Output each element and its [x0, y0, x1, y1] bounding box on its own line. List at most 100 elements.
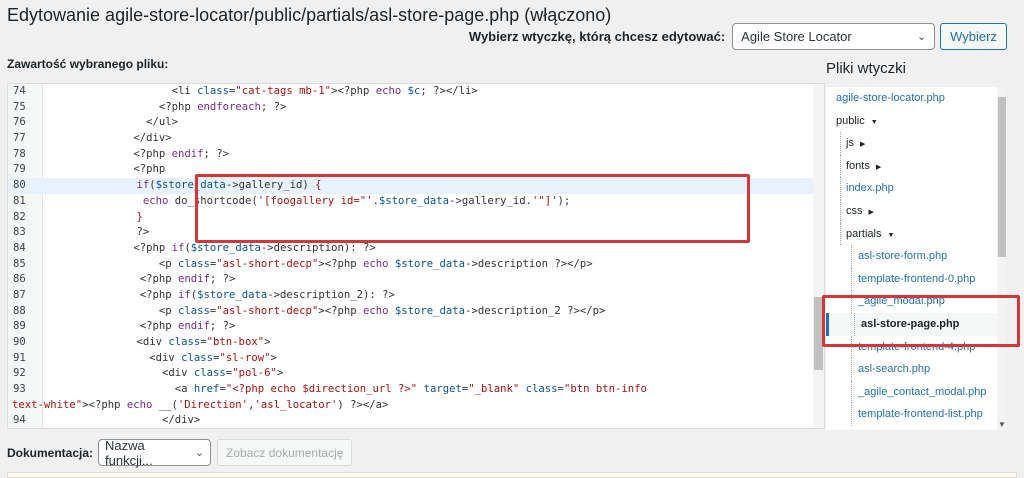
code-text: </div>: [133, 131, 171, 147]
file-tree-label: partials: [846, 227, 882, 240]
code-token: <?php: [324, 257, 363, 270]
code-text: <div class="btn-box">: [137, 335, 271, 351]
view-documentation-button[interactable]: Zobacz dokumentację: [217, 439, 353, 466]
code-text: <div class="sl-row">: [149, 351, 277, 367]
plugin-select[interactable]: Agile Store Locator ⌄: [732, 22, 936, 50]
code-token: <?php: [337, 85, 376, 97]
code-token: ) ?></a>: [337, 398, 389, 411]
code-text: ?>: [137, 225, 150, 241]
file-tree-folder[interactable]: js ▶: [826, 132, 1007, 155]
code-token: <?php: [139, 320, 178, 333]
code-token: ; ?>: [260, 100, 287, 113]
file-tree-folder[interactable]: public ▼: [826, 110, 1007, 133]
code-line: text-white"><?php echo __('Direction','a…: [8, 398, 824, 414]
code-text: text-white"><?php echo __('Direction','a…: [12, 398, 388, 414]
file-tree-folder[interactable]: partials ▼: [826, 222, 1007, 246]
code-token: $store_data: [394, 304, 466, 317]
caret-right-icon[interactable]: ▶: [876, 164, 881, 171]
line-number: 88: [13, 304, 26, 317]
code-token: }: [136, 210, 143, 223]
code-token: <div: [136, 336, 169, 348]
code-text: </ul>: [146, 115, 178, 131]
code-line: 86 <?php endif; ?>: [8, 272, 824, 288]
code-token: $c: [407, 85, 421, 97]
file-tree-folder[interactable]: fonts ▶: [826, 154, 1007, 178]
code-token: href: [193, 383, 220, 396]
code-editor[interactable]: 74 <li class="cat-tags mb-1"><?php echo $…: [7, 83, 825, 429]
code-token: <div: [149, 351, 182, 364]
code-token: ->description): ?>: [260, 241, 376, 254]
scroll-down-arrow-icon[interactable]: ▼: [998, 420, 1006, 429]
select-plugin-button[interactable]: Wybierz: [940, 22, 1007, 50]
code-token: ; ?>: [203, 147, 229, 160]
file-tree-file[interactable]: template-frontend-0.php: [826, 267, 1007, 291]
documentation-label: Dokumentacja:: [7, 445, 94, 460]
caret-right-icon[interactable]: ▶: [869, 209, 874, 216]
code-token: <?php: [88, 398, 127, 411]
file-tree-file[interactable]: agile-store-locator.php: [826, 87, 1007, 110]
file-tree-file[interactable]: index.php: [826, 177, 1007, 200]
plugin-select-label: Wybierz wtyczkę, którą chcesz edytować:: [468, 28, 726, 44]
documentation-row: Dokumentacja: Nazwa funkcji... ⌄ Zobacz …: [7, 438, 353, 468]
code-text: <li class="cat-tags mb-1"><?php echo $c;…: [172, 84, 478, 100]
plugin-files-title: Pliki wtyczki: [826, 60, 907, 77]
code-token: $store_data: [197, 288, 268, 301]
code-text: <?php endif; ?>: [133, 147, 229, 163]
file-tree-label: index.php: [846, 182, 894, 195]
code-token: echo: [375, 85, 402, 97]
file-tree-scrollbar-thumb[interactable]: [998, 97, 1006, 257]
line-number: 74: [13, 85, 26, 97]
code-line: 76 </ul>: [8, 115, 824, 131]
code-token: if: [177, 288, 191, 301]
code-line: 93 <a href="<?php echo $direction_url ?>"…: [8, 382, 824, 398]
code-text: <div class="pol-6">: [162, 366, 283, 382]
code-token: "cat-tags mb-1": [235, 85, 332, 97]
code-token: "pol-6": [232, 367, 277, 380]
caret-down-icon[interactable]: ▼: [871, 119, 878, 126]
code-line: 88 <p class="asl-short-decp"><?php echo $…: [8, 304, 824, 320]
code-line: 85 <p class="asl-short-decp"><?php echo $…: [8, 257, 824, 273]
file-tree-file[interactable]: template-frontend-list.php: [826, 403, 1007, 426]
file-highlight-annotation: [822, 295, 1020, 347]
line-number: 83: [13, 226, 26, 239]
plugin-file-tree: agile-store-locator.php public ▼ js ▶ fonts ▶ i…: [826, 87, 1007, 430]
caret-right-icon[interactable]: ▶: [860, 141, 865, 148]
file-tree-folder[interactable]: css ▶: [826, 199, 1007, 223]
line-number: 82: [13, 210, 26, 223]
line-number: 85: [13, 257, 26, 270]
code-token: endforeach: [197, 100, 261, 113]
code-line: 84 <?php if($store_data->description): ?>: [8, 241, 824, 257]
editor-scrollbar[interactable]: [813, 84, 824, 428]
code-token: ->description_2 ?></p>: [465, 304, 606, 317]
file-tree-scrollbar[interactable]: ▼: [997, 87, 1007, 430]
code-token: 'Direction': [177, 398, 249, 411]
code-token: <li: [171, 85, 198, 97]
code-token: if: [171, 241, 185, 254]
line-number: 86: [13, 273, 26, 286]
code-token: class: [197, 85, 229, 97]
code-token: <?php: [139, 273, 178, 286]
code-token: echo: [126, 398, 153, 411]
file-tree-file[interactable]: asl-store-form.php: [826, 245, 1007, 268]
file-tree-file[interactable]: asl-search.php: [826, 358, 1007, 381]
caret-down-icon[interactable]: ▼: [887, 232, 894, 239]
line-number: 87: [13, 288, 26, 301]
file-tree-label: asl-search.php: [858, 363, 931, 376]
line-number: 80: [13, 179, 26, 192]
code-token: endif: [171, 147, 204, 160]
code-token: class: [177, 257, 210, 270]
code-token: $store_data: [394, 257, 466, 270]
code-token: "sl-row": [219, 351, 271, 364]
code-text: <?php endif; ?>: [140, 319, 236, 335]
file-tree-file[interactable]: _agile_contact_modal.php: [826, 380, 1007, 404]
function-name-select[interactable]: Nazwa funkcji... ⌄: [98, 438, 212, 468]
code-token: echo: [362, 304, 389, 317]
code-token: __(: [152, 398, 178, 411]
code-line: 78 <?php endif; ?>: [8, 147, 824, 163]
code-token: ; ?>: [209, 273, 236, 286]
code-text: <a href="<?php echo $direction_url ?>" t…: [175, 382, 647, 398]
plugin-files-panel: Pliki wtyczki agile-store-locator.php pub…: [826, 60, 1016, 430]
code-token: <?php: [133, 147, 172, 160]
code-line: 75 <?php endforeach; ?>: [8, 100, 824, 116]
code-token: <p: [158, 257, 178, 270]
